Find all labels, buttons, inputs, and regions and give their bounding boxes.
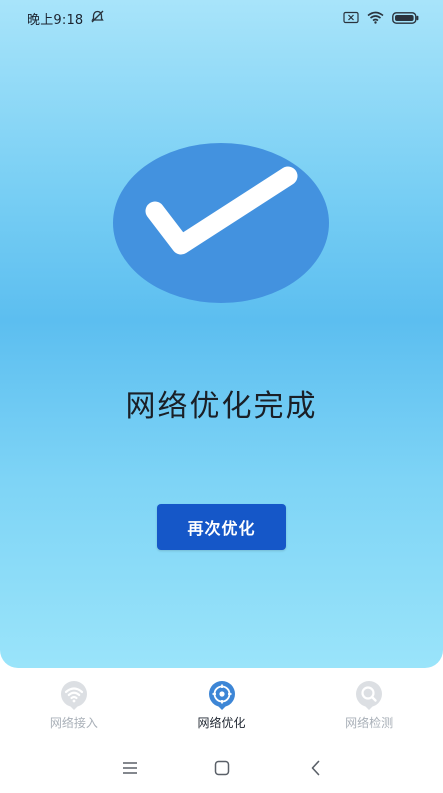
wifi-icon: [367, 9, 384, 28]
menu-icon[interactable]: [120, 758, 140, 778]
status-right: [343, 9, 419, 28]
status-time: 晚上9:18: [27, 12, 84, 28]
wifi-tab-icon: [60, 681, 87, 710]
tab-network-optimize[interactable]: 网络优化: [148, 676, 296, 738]
back-icon[interactable]: [306, 758, 326, 778]
bottom-tab-bar: 网络接入 网络优化 网络检测: [0, 676, 443, 738]
success-badge: [113, 143, 329, 303]
tab-network-access[interactable]: 网络接入: [0, 676, 148, 738]
search-tab-icon: [356, 681, 383, 710]
main-panel: 晚上9:18 网络优化完成 再次优化: [0, 0, 443, 668]
tab-label-network-access: 网络接入: [49, 716, 98, 730]
system-navigation-bar: [0, 748, 443, 788]
optimize-tab-icon: [208, 681, 235, 710]
tab-label-network-optimize: 网络优化: [197, 716, 246, 730]
tab-network-detect[interactable]: 网络检测: [295, 676, 443, 738]
tab-label-network-detect: 网络检测: [345, 716, 394, 730]
status-bar: 晚上9:18: [0, 0, 443, 36]
checkmark-icon: [145, 166, 298, 255]
alarm-off-icon: [90, 9, 105, 28]
sim-off-icon: [343, 9, 359, 28]
result-title: 网络优化完成: [125, 389, 318, 424]
battery-icon: [392, 9, 419, 28]
screen: 晚上9:18 网络优化完成 再次优化 网络接入 网络优化 网络检测: [0, 0, 443, 793]
home-icon[interactable]: [212, 758, 232, 778]
retry-optimize-button[interactable]: 再次优化: [157, 504, 286, 550]
status-left: 晚上9:18: [27, 9, 105, 28]
